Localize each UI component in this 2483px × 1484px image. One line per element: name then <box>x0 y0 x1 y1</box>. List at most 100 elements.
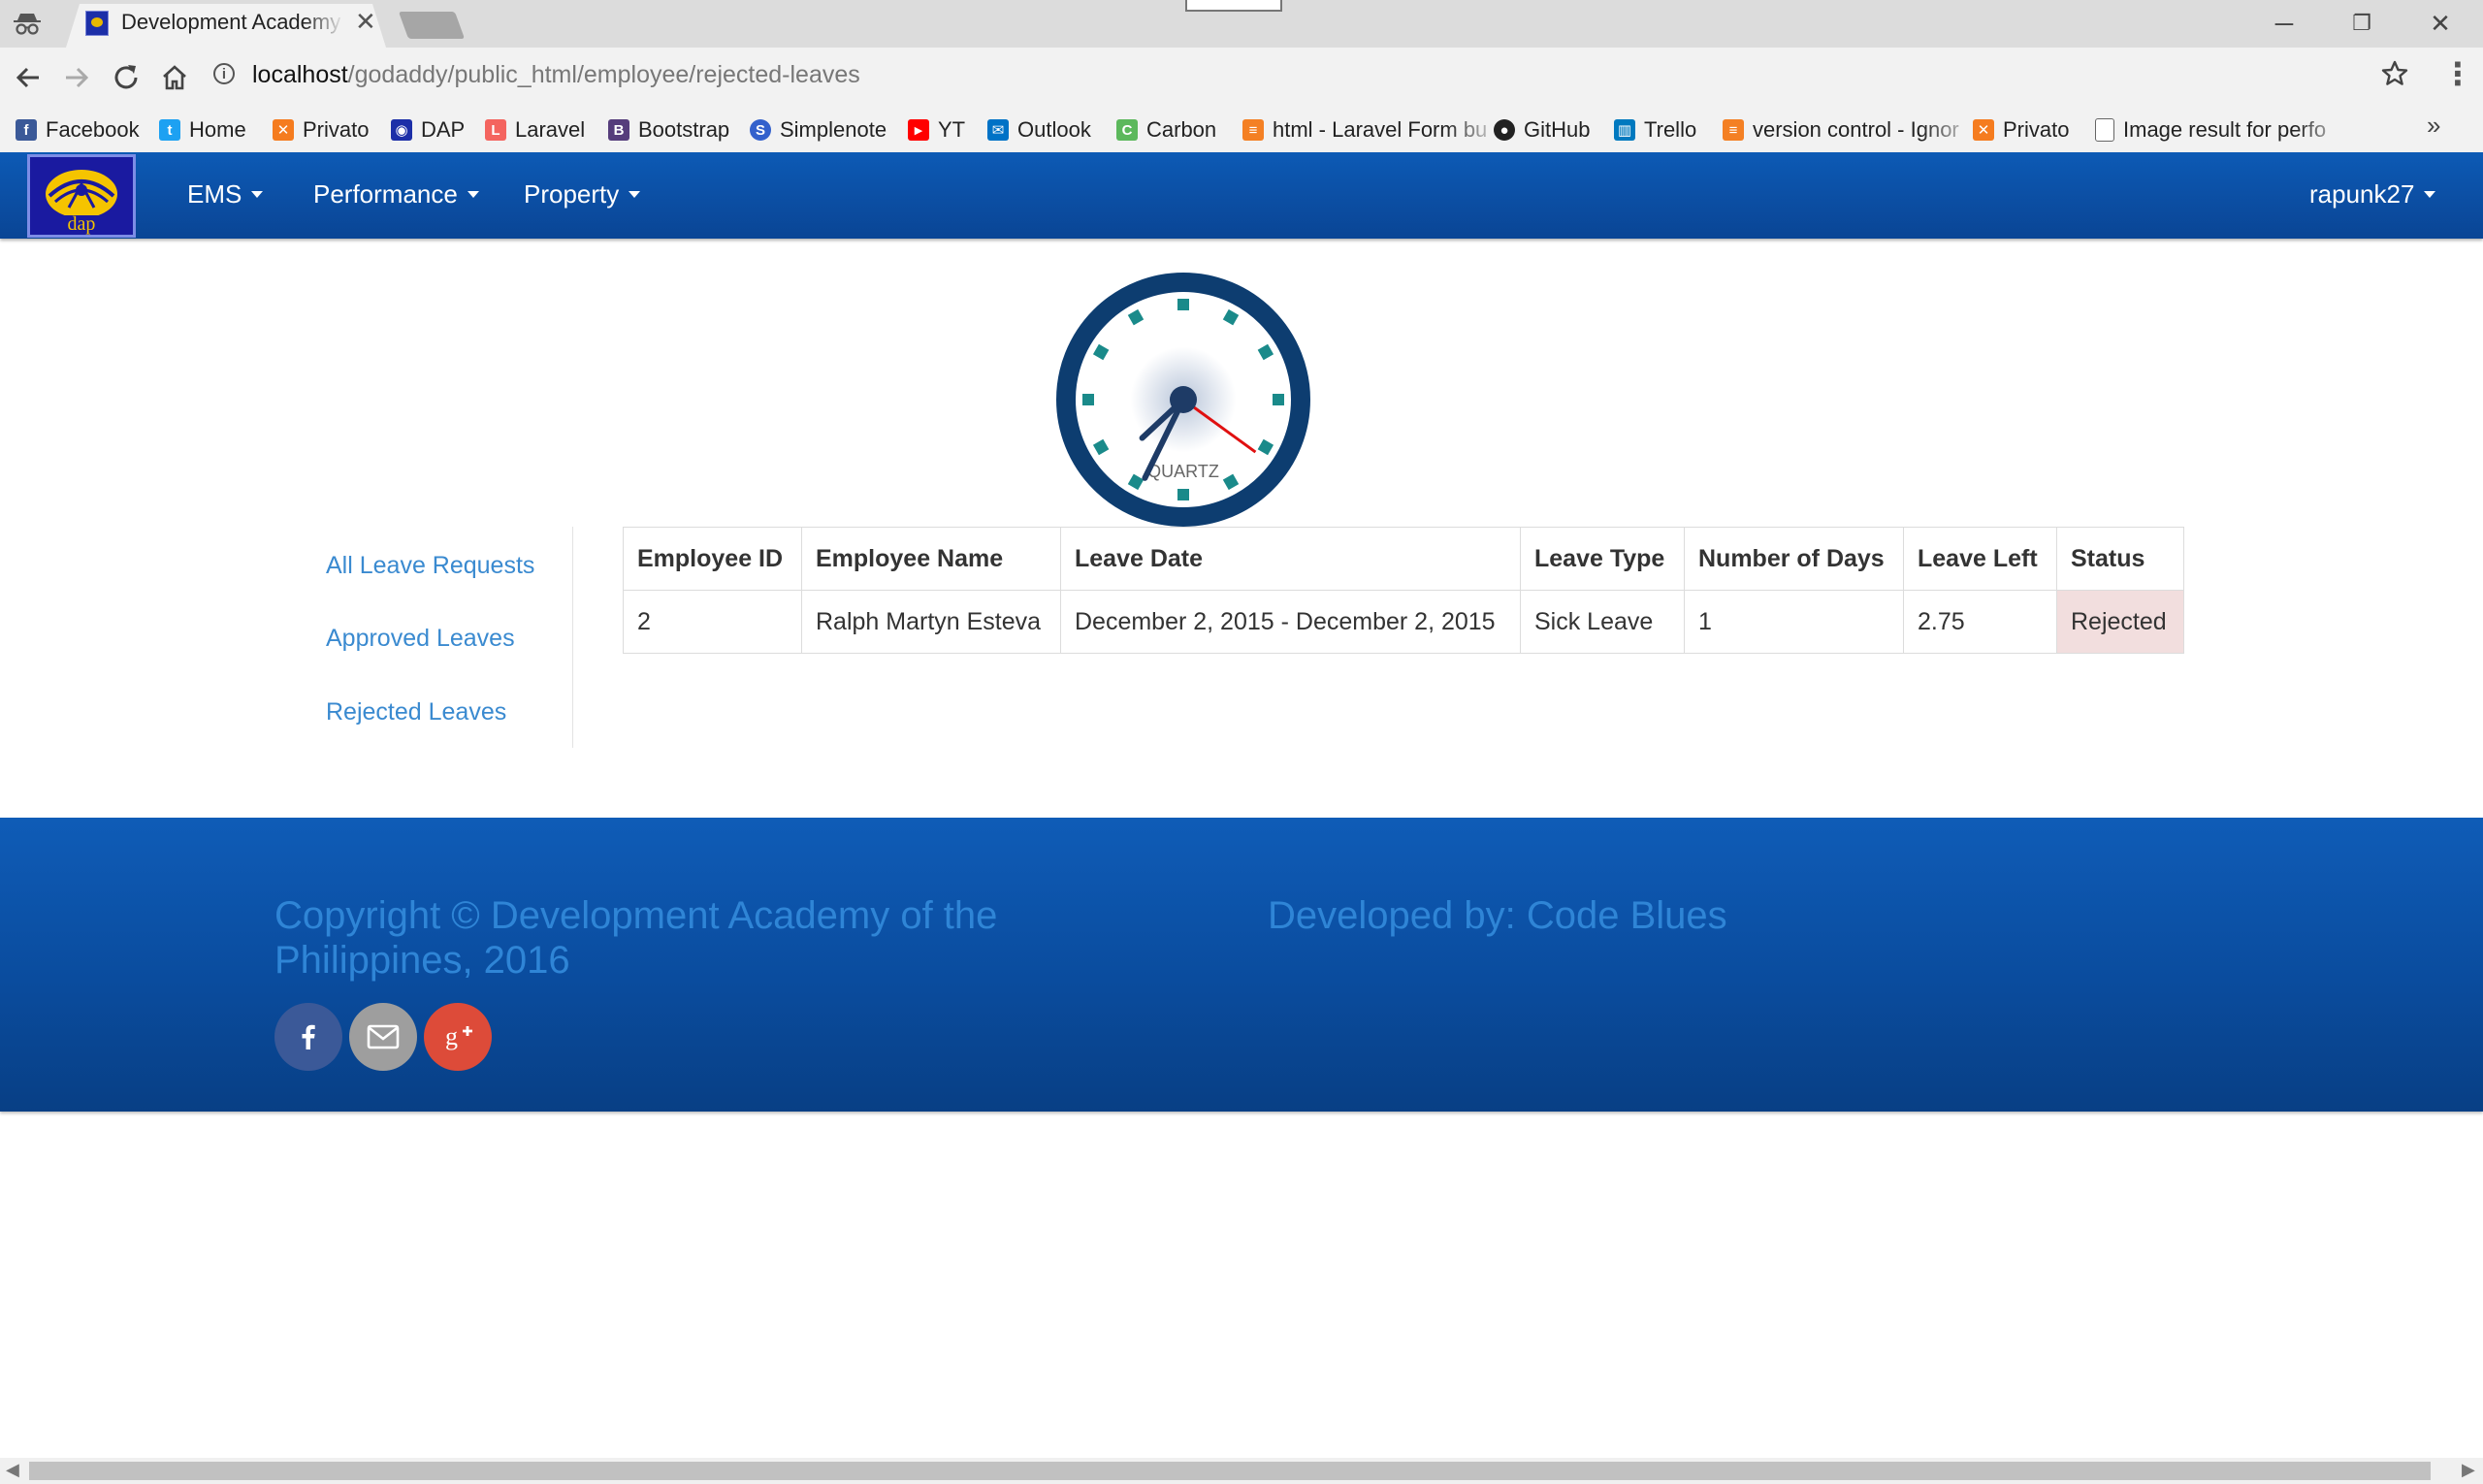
sidebar-link-approved-leaves[interactable]: Approved Leaves <box>326 625 515 653</box>
column-header-status: Status <box>2056 527 2184 591</box>
xampp-icon: ✕ <box>1973 119 1994 141</box>
envelope-icon <box>367 1024 400 1049</box>
caret-down-icon <box>467 190 479 198</box>
outlook-icon: ✉ <box>987 119 1009 141</box>
browser-menu-icon[interactable]: ⋮ <box>2442 57 2473 90</box>
window-close-button[interactable]: ✕ <box>2411 6 2469 41</box>
scrollbar-thumb[interactable] <box>29 1462 2431 1480</box>
svg-text:g: g <box>445 1022 458 1050</box>
xampp-icon: ✕ <box>273 119 294 141</box>
site-navbar: dap EMS Performance Property rapunk27 <box>0 152 2483 239</box>
facebook-button[interactable] <box>274 1003 342 1071</box>
column-header-employee-name: Employee Name <box>801 527 1061 591</box>
drag-handle <box>1185 0 1282 12</box>
caret-down-icon <box>251 190 264 198</box>
clock-tick <box>1177 489 1189 500</box>
email-button[interactable] <box>349 1003 417 1071</box>
twitter-icon: t <box>159 119 180 141</box>
tab-title[interactable]: Development Academy of the Philippines <box>121 10 344 35</box>
home-icon[interactable] <box>159 62 190 93</box>
column-header-leave-date: Leave Date <box>1060 527 1521 591</box>
google-plus-icon: g <box>445 1022 472 1050</box>
google-plus-button[interactable]: g <box>424 1003 492 1071</box>
nav-menu-performance[interactable]: Performance <box>313 179 479 210</box>
svg-text:dap: dap <box>68 213 96 235</box>
bookmarks-overflow-icon[interactable]: » <box>2427 111 2440 141</box>
page-icon <box>2095 118 2114 142</box>
sidebar-link-rejected-leaves[interactable]: Rejected Leaves <box>326 698 506 726</box>
laravel-icon: L <box>485 119 506 141</box>
trello-icon: ▥ <box>1614 119 1635 141</box>
site-info-icon[interactable]: i <box>213 63 235 84</box>
facebook-icon: f <box>16 119 37 141</box>
nav-menu-property[interactable]: Property <box>524 179 641 210</box>
clock-tick <box>1177 299 1189 310</box>
incognito-icon <box>14 14 41 35</box>
clock-brand-label: QUARTZ <box>1147 462 1219 481</box>
bookmark-item[interactable]: C Carbon <box>1116 113 1216 146</box>
user-menu[interactable]: rapunk27 <box>2309 179 2436 210</box>
bookmark-item[interactable]: ✕ Privato <box>273 113 369 146</box>
forward-arrow-icon[interactable] <box>62 63 91 92</box>
github-icon: ● <box>1494 119 1515 141</box>
footer-copyright: Copyright © Development Academy of the P… <box>274 894 998 982</box>
restore-button[interactable]: ❐ <box>2333 6 2391 41</box>
cell-number-of-days: 1 <box>1684 590 1904 654</box>
bookmark-item[interactable]: ● GitHub <box>1494 113 1590 146</box>
simplenote-icon: S <box>750 119 771 141</box>
rejected-leaves-table: Employee ID Employee Name Leave Date Lea… <box>623 527 2184 654</box>
column-header-leave-left: Leave Left <box>1903 527 2057 591</box>
dap-logo[interactable]: dap <box>27 154 136 238</box>
bookmark-item[interactable]: ▥ Trello <box>1614 113 1696 146</box>
horizontal-scrollbar[interactable]: ◀ ▶ <box>0 1458 2483 1484</box>
clock-center-pin <box>1170 386 1197 413</box>
reload-icon[interactable] <box>111 62 142 93</box>
bookmark-item[interactable]: ◉ DAP <box>391 113 465 146</box>
leave-sidebar: All Leave Requests Approved Leaves Rejec… <box>291 527 573 748</box>
carbon-icon: C <box>1116 119 1138 141</box>
bookmark-item[interactable]: B Bootstrap <box>608 113 729 146</box>
back-arrow-icon[interactable] <box>14 63 43 92</box>
table-row: 2 Ralph Martyn Esteva December 2, 2015 -… <box>623 590 2184 654</box>
column-header-number-of-days: Number of Days <box>1684 527 1904 591</box>
status-badge: Rejected <box>2056 590 2184 654</box>
minimize-button[interactable]: ─ <box>2255 6 2313 41</box>
nav-menu-ems[interactable]: EMS <box>187 179 264 210</box>
bookmark-item[interactable]: t Home <box>159 113 246 146</box>
bookmark-item[interactable]: ≡ version control - Ignor <box>1723 113 1978 146</box>
clock-tick <box>1082 394 1094 405</box>
cell-leave-type: Sick Leave <box>1520 590 1685 654</box>
scroll-left-arrow-icon[interactable]: ◀ <box>6 1460 19 1480</box>
caret-down-icon <box>629 190 641 198</box>
bookmark-star-icon[interactable] <box>2380 59 2409 88</box>
table-header-row: Employee ID Employee Name Leave Date Lea… <box>623 527 2184 591</box>
analog-clock: QUARTZ <box>1056 273 1310 527</box>
footer-developed-by: Developed by: Code Blues <box>1268 894 1727 937</box>
cell-employee-id: 2 <box>623 590 802 654</box>
new-tab-button[interactable] <box>398 12 466 39</box>
bookmark-item[interactable]: f Facebook <box>16 113 140 146</box>
bookmark-item[interactable]: ▶ YT <box>908 113 965 146</box>
bookmark-item[interactable]: ≡ html - Laravel Form bu <box>1242 113 1503 146</box>
bootstrap-icon: B <box>608 119 629 141</box>
cell-employee-name: Ralph Martyn Esteva <box>801 590 1061 654</box>
bookmark-item[interactable]: ✕ Privato <box>1973 113 2069 146</box>
url-text[interactable]: localhost/godaddy/public_html/employee/r… <box>252 61 860 89</box>
dap-favicon-icon <box>85 11 109 36</box>
youtube-icon: ▶ <box>908 119 929 141</box>
bookmarks-bar: f Facebook t Home ✕ Privato ◉ DAP L Laravel B… <box>0 108 2483 153</box>
bookmark-item[interactable]: L Laravel <box>485 113 585 146</box>
cell-leave-date: December 2, 2015 - December 2, 2015 <box>1060 590 1521 654</box>
facebook-icon <box>302 1024 315 1049</box>
sidebar-link-all-leave-requests[interactable]: All Leave Requests <box>326 552 534 580</box>
scroll-right-arrow-icon[interactable]: ▶ <box>2462 1460 2475 1480</box>
bookmark-item[interactable]: ✉ Outlook <box>987 113 1091 146</box>
cell-leave-left: 2.75 <box>1903 590 2057 654</box>
bookmark-item[interactable]: Image result for perfo <box>2095 113 2352 146</box>
dap-logo-icon: dap <box>46 170 117 235</box>
bookmark-item[interactable]: S Simplenote <box>750 113 887 146</box>
clock-tick <box>1273 394 1284 405</box>
tab-close-icon[interactable]: ✕ <box>355 8 376 35</box>
stackoverflow-icon: ≡ <box>1242 119 1264 141</box>
browser-titlebar: Development Academy of the Philippines ✕… <box>0 0 2483 48</box>
